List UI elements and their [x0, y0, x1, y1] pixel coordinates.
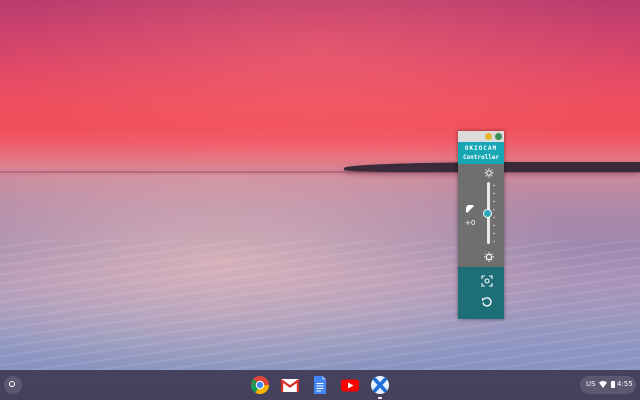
docs-icon[interactable] [310, 375, 330, 395]
reset-icon[interactable] [481, 296, 493, 308]
close-button[interactable] [495, 133, 502, 140]
slider-tick [493, 209, 495, 210]
desktop-wallpaper [0, 0, 640, 400]
slider-tick [493, 241, 495, 242]
launcher-icon [9, 381, 15, 387]
slider-tick [493, 217, 495, 218]
okiocam-icon[interactable] [370, 375, 390, 395]
brightness-slider-handle[interactable] [483, 208, 492, 218]
controller-titlebar[interactable] [458, 131, 504, 142]
controller-footer [458, 267, 504, 319]
slider-tick [493, 201, 495, 202]
shelf: US 4:55 [0, 370, 640, 400]
gmail-icon[interactable] [280, 375, 300, 395]
controller-body: +0 [458, 164, 504, 267]
exposure-value: +0 [465, 219, 476, 227]
brightness-low-icon[interactable] [484, 252, 494, 262]
status-tray[interactable]: US 4:55 [580, 376, 636, 394]
slider-tick [493, 233, 495, 234]
sky-glow [0, 0, 640, 175]
youtube-icon[interactable] [340, 375, 360, 395]
focus-capture-icon[interactable] [481, 275, 493, 287]
minimize-button[interactable] [485, 133, 492, 140]
okiocam-controller-window[interactable]: OKIOCAM Controller +0 [458, 131, 504, 319]
slider-tick [493, 225, 495, 226]
brightness-high-icon[interactable] [484, 168, 494, 178]
wifi-icon [599, 380, 607, 390]
battery-icon [611, 381, 615, 388]
exposure-icon [466, 205, 475, 214]
clock-time: 4:55 [617, 380, 633, 388]
water-ripples [0, 240, 640, 370]
running-app-indicator [378, 397, 382, 399]
language-indicator: US [586, 380, 596, 388]
chrome-icon[interactable] [250, 375, 270, 395]
launcher-button[interactable] [4, 376, 22, 394]
controller-brand: OKIOCAM [464, 145, 498, 152]
slider-tick [493, 193, 495, 194]
controller-title: Controller [462, 154, 500, 161]
controller-header: OKIOCAM Controller [458, 142, 504, 164]
slider-tick [493, 185, 495, 186]
